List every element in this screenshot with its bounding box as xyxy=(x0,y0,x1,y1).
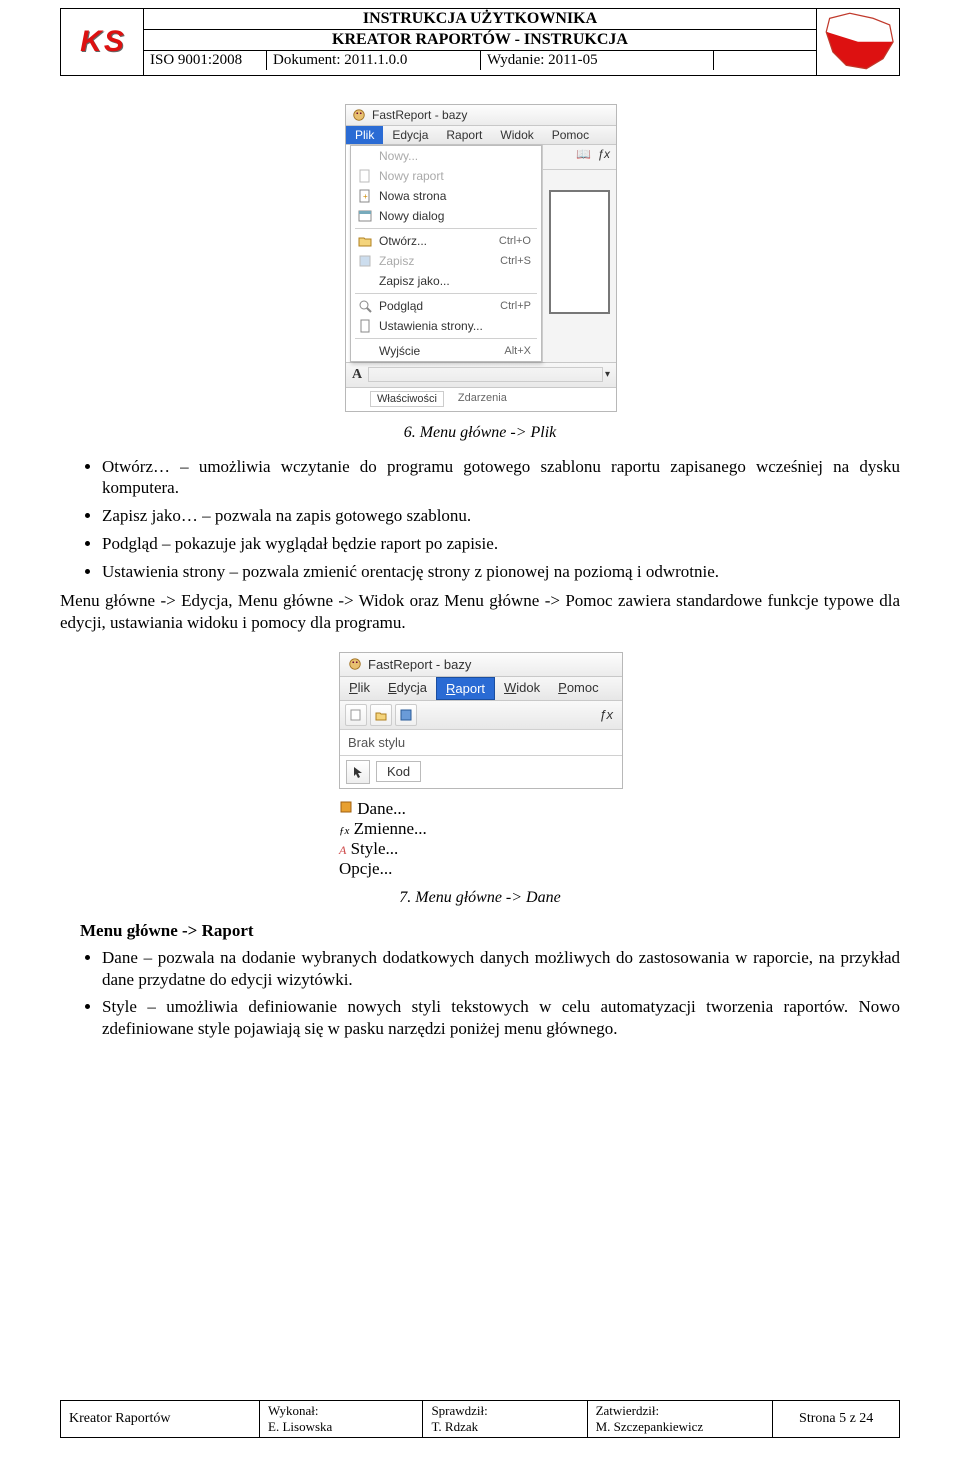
letter-a-icon: A xyxy=(352,367,362,383)
menu-widok[interactable]: Widok xyxy=(491,126,542,144)
tab-kod[interactable]: Kod xyxy=(376,761,421,782)
pointer-tool[interactable] xyxy=(346,760,370,784)
app-title: FastReport - bazy xyxy=(372,108,467,122)
mi-otworz[interactable]: Otwórz... Ctrl+O xyxy=(351,231,541,251)
footer-sprawdzil: Sprawdził: T. Rdzak xyxy=(423,1400,587,1438)
svg-text:+: + xyxy=(363,192,368,201)
menu-pomoc[interactable]: Pomoc xyxy=(549,677,607,700)
tab-wlasciwosci[interactable]: Właściwości xyxy=(370,391,444,407)
fx-icon: ƒx xyxy=(339,825,349,837)
page-icon xyxy=(357,168,373,184)
fx-label[interactable]: ƒx xyxy=(599,707,617,722)
save-icon xyxy=(357,253,373,269)
bullet-podglad: Podgląd – pokazuje jak wyglądał będzie r… xyxy=(102,533,900,555)
fastreport-icon xyxy=(348,657,362,671)
style-icon: A xyxy=(339,843,346,857)
mi-zmienne[interactable]: ƒx Zmienne... xyxy=(339,819,621,839)
footer-title: Kreator Raportów xyxy=(61,1400,260,1438)
header-document: Dokument: 2011.1.0.0 xyxy=(267,51,481,70)
mi-nowy-raport: Nowy raport xyxy=(351,166,541,186)
bullet-style: Style – umożliwia definiowanie nowych st… xyxy=(102,996,900,1040)
ks-logo: KS xyxy=(61,9,144,75)
footer-zatwierdzil: Zatwierdził: M. Szczepankiewicz xyxy=(587,1400,773,1438)
dialog-icon xyxy=(357,208,373,224)
tab-zdarzenia[interactable]: Zdarzenia xyxy=(452,391,513,407)
mi-podglad[interactable]: Podgląd Ctrl+P xyxy=(351,296,541,316)
screenshot-menu-raport: FastReport - bazy Plik Edycja Raport Wid… xyxy=(339,652,621,879)
fx-icon[interactable]: ƒx xyxy=(597,147,610,167)
mi-zapisz-jako[interactable]: Zapisz jako... xyxy=(351,271,541,291)
folder-open-icon xyxy=(357,233,373,249)
menu-plik[interactable]: Plik xyxy=(340,677,379,700)
bullet-otworz: Otwórz… – umożliwia wczytanie do program… xyxy=(102,456,900,500)
menu-raport[interactable]: Raport xyxy=(436,677,495,700)
header-iso: ISO 9001:2008 xyxy=(144,51,267,70)
poland-logo xyxy=(816,9,899,75)
document-header: KS INSTRUKCJA UŻYTKOWNIKA KREATOR RAPORT… xyxy=(60,8,900,76)
mi-ustawienia-strony[interactable]: Ustawienia strony... xyxy=(351,316,541,336)
data-cube-icon xyxy=(339,799,357,818)
tb-new[interactable] xyxy=(345,704,367,726)
footer-page: Strona 5 z 24 xyxy=(773,1400,900,1438)
mi-nowy-dialog[interactable]: Nowy dialog xyxy=(351,206,541,226)
footer-wykonal: Wykonał: E. Lisowska xyxy=(260,1400,423,1438)
book-icon[interactable]: 📖 xyxy=(576,147,591,167)
header-blank xyxy=(714,51,816,70)
mi-zapisz: Zapisz Ctrl+S xyxy=(351,251,541,271)
bullet-ustawienia: Ustawienia strony – pozwala zmienić oren… xyxy=(102,561,900,583)
header-title-2: KREATOR RAPORTÓW - INSTRUKCJA xyxy=(144,30,816,51)
paragraph-menu-inne: Menu główne -> Edycja, Menu główne -> Wi… xyxy=(60,590,900,634)
menu-pomoc[interactable]: Pomoc xyxy=(543,126,598,144)
menu-raport[interactable]: Raport xyxy=(437,126,491,144)
mi-nowy: Nowy... xyxy=(351,146,541,166)
menu-widok[interactable]: Widok xyxy=(495,677,549,700)
bullet-dane: Dane – pozwala na dodanie wybranych doda… xyxy=(102,947,900,991)
caption-figure-6: 6. Menu główne -> Plik xyxy=(60,424,900,442)
page-plus-icon: + xyxy=(357,188,373,204)
mi-nowa-strona[interactable]: + Nowa strona xyxy=(351,186,541,206)
mi-dane[interactable]: Dane... xyxy=(339,799,621,819)
section-menu-raport: Menu główne -> Raport xyxy=(80,921,900,941)
screenshot-menu-plik: FastReport - bazy Plik Edycja Raport Wid… xyxy=(345,104,615,412)
page-setup-icon xyxy=(357,318,373,334)
mi-opcje[interactable]: Opcje... xyxy=(339,859,621,879)
mi-style[interactable]: A Style... xyxy=(339,839,621,859)
caption-figure-7: 7. Menu główne -> Dane xyxy=(60,889,900,907)
style-selector[interactable]: Brak stylu xyxy=(340,730,622,756)
document-footer: Kreator Raportów Wykonał: E. Lisowska Sp… xyxy=(60,1400,900,1439)
fastreport-icon xyxy=(352,108,366,122)
menu-edycja[interactable]: Edycja xyxy=(383,126,437,144)
preview-icon xyxy=(357,298,373,314)
header-title-1: INSTRUKCJA UŻYTKOWNIKA xyxy=(144,9,816,30)
tb-save[interactable] xyxy=(395,704,417,726)
menu-edycja[interactable]: Edycja xyxy=(379,677,436,700)
header-edition: Wydanie: 2011-05 xyxy=(481,51,714,70)
menu-plik[interactable]: Plik xyxy=(346,126,383,144)
app-title: FastReport - bazy xyxy=(368,657,471,672)
tb-open[interactable] xyxy=(370,704,392,726)
bullet-zapisz-jako: Zapisz jako… – pozwala na zapis gotowego… xyxy=(102,505,900,527)
mi-wyjscie[interactable]: Wyjście Alt+X xyxy=(351,341,541,361)
